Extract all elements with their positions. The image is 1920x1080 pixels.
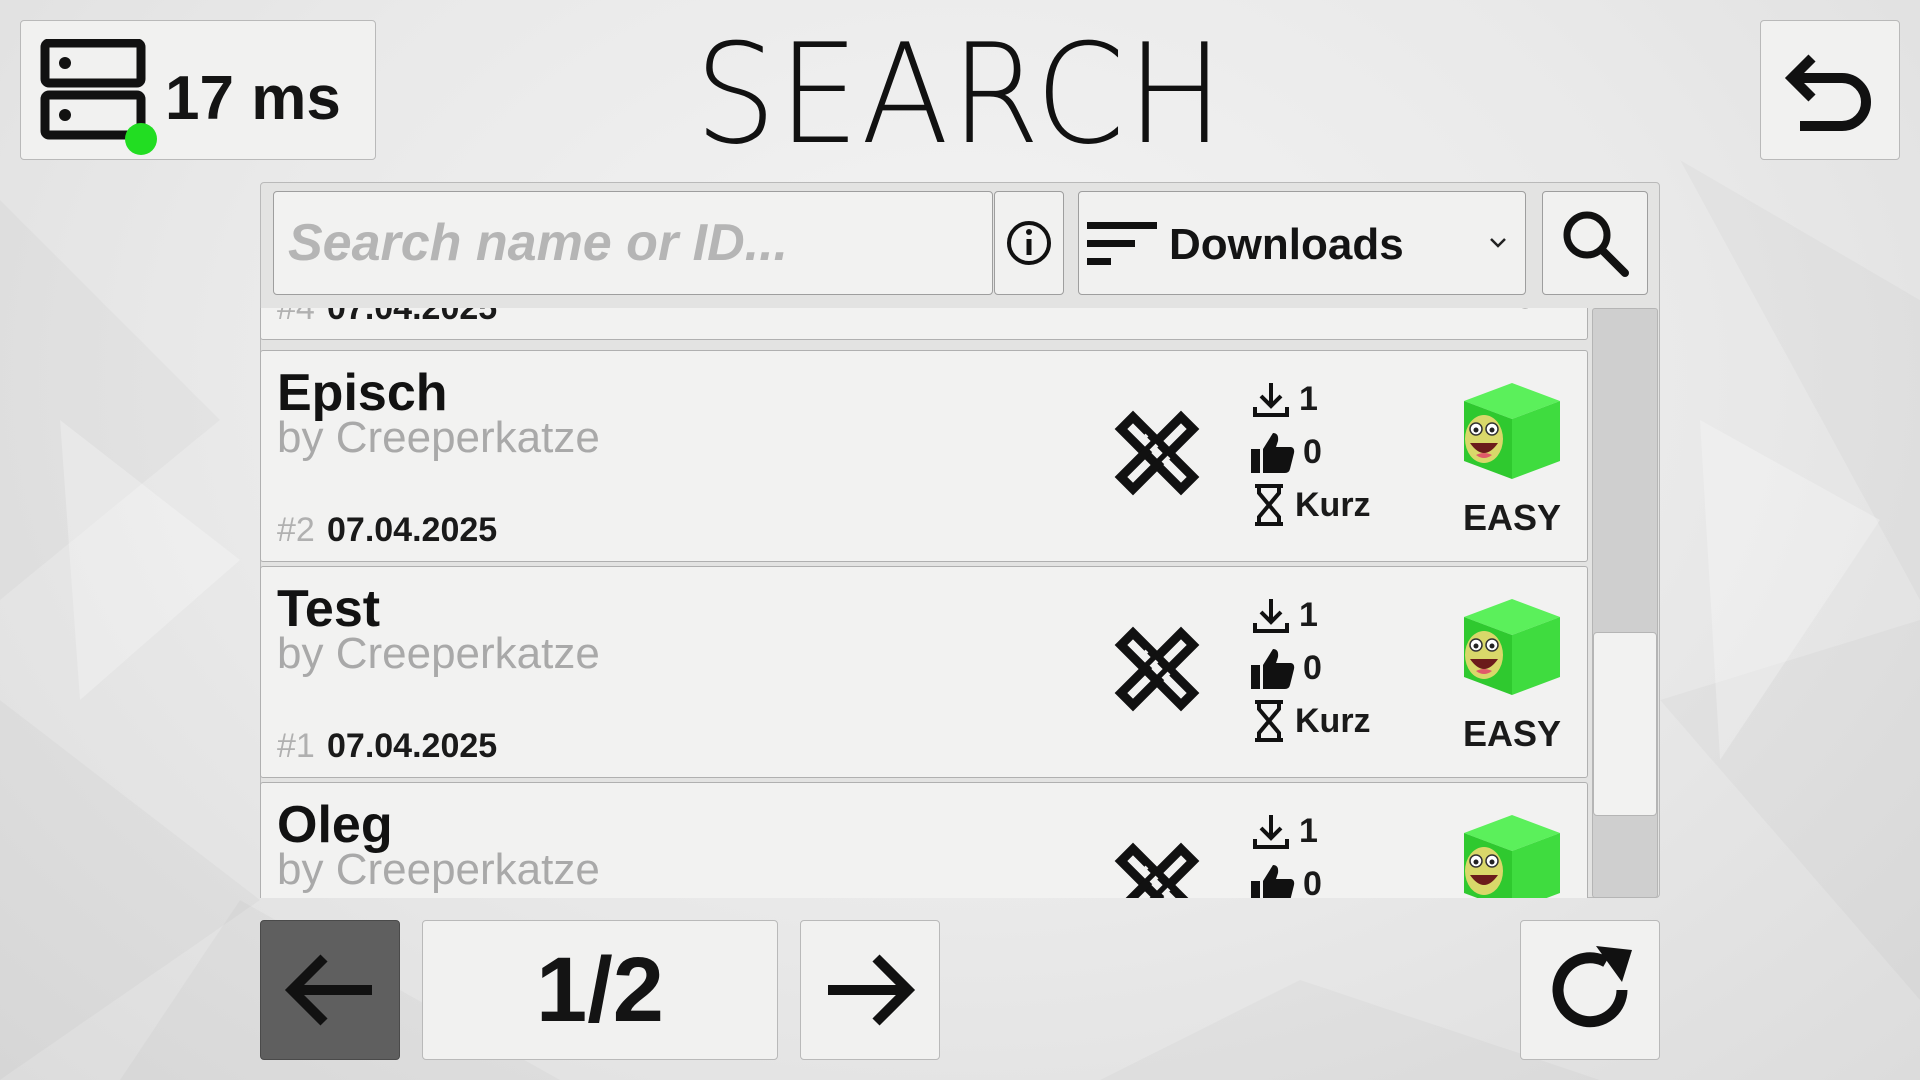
level-date: 07.04.2025 xyxy=(327,727,498,765)
like-count: 0 xyxy=(1303,432,1322,471)
arrow-left-icon xyxy=(284,954,372,1026)
scrollbar-thumb[interactable] xyxy=(1593,632,1657,816)
previous-page-button[interactable] xyxy=(260,920,400,1060)
download-icon xyxy=(1253,383,1289,417)
arrow-right-icon xyxy=(828,954,916,1026)
sort-icon xyxy=(1087,222,1157,265)
hourglass-icon xyxy=(1251,308,1287,309)
level-id: #1 xyxy=(277,727,315,765)
info-button[interactable] xyxy=(994,191,1064,295)
level-list[interactable]: #4 07.04.2025 EASY Episch by Creeperkatz… xyxy=(260,308,1590,898)
level-length: Kurz xyxy=(1295,485,1371,524)
easy-difficulty-icon xyxy=(1464,599,1560,695)
sort-label: Downloads xyxy=(1169,220,1404,269)
level-card[interactable]: Oleg by Creeperkatze 1 0 xyxy=(260,782,1588,898)
difficulty-label: EASY xyxy=(1447,308,1577,317)
thumbs-up-icon xyxy=(1251,433,1295,473)
refresh-button[interactable] xyxy=(1520,920,1660,1060)
level-id: #4 xyxy=(277,308,315,327)
search-button[interactable] xyxy=(1542,191,1648,295)
search-input-box[interactable] xyxy=(273,191,993,295)
level-author: by Creeperkatze xyxy=(277,413,600,462)
difficulty-label: EASY xyxy=(1462,713,1562,754)
next-page-button[interactable] xyxy=(800,920,940,1060)
hourglass-icon xyxy=(1255,700,1283,742)
build-tools-icon xyxy=(1114,842,1200,898)
thumbs-up-icon xyxy=(1251,649,1295,689)
difficulty-label: EASY xyxy=(1462,497,1562,538)
page-indicator: 1/2 xyxy=(422,920,778,1060)
easy-difficulty-icon xyxy=(1464,815,1560,898)
like-count: 0 xyxy=(1303,864,1322,899)
page-title: SEARCH xyxy=(694,14,1226,175)
build-tools-icon xyxy=(1114,626,1200,712)
undo-icon xyxy=(1784,54,1871,131)
info-icon xyxy=(1007,221,1051,265)
download-count: 1 xyxy=(1299,379,1318,418)
level-card[interactable]: #4 07.04.2025 EASY xyxy=(260,308,1588,340)
back-button[interactable] xyxy=(1760,20,1900,160)
download-icon xyxy=(1253,815,1289,849)
search-icon xyxy=(1563,211,1629,277)
easy-difficulty-icon xyxy=(1464,383,1560,479)
chevron-down-icon xyxy=(1490,238,1506,248)
like-count: 0 xyxy=(1303,648,1322,687)
level-card[interactable]: Episch by Creeperkatze #2 07.04.2025 1 0… xyxy=(260,350,1588,562)
level-author: by Creeperkatze xyxy=(277,845,600,894)
download-icon xyxy=(1253,599,1289,633)
hourglass-icon xyxy=(1255,484,1283,526)
page-number: 1/2 xyxy=(536,938,664,1041)
level-date: 07.04.2025 xyxy=(327,511,498,549)
level-length: Kurz xyxy=(1295,701,1371,740)
thumbs-up-icon xyxy=(1251,865,1295,898)
search-input[interactable] xyxy=(286,212,980,274)
level-date: 07.04.2025 xyxy=(327,308,498,327)
sort-dropdown[interactable]: Downloads xyxy=(1078,191,1526,295)
level-card[interactable]: Test by Creeperkatze #1 07.04.2025 1 0 K… xyxy=(260,566,1588,778)
download-count: 1 xyxy=(1299,595,1318,634)
build-tools-icon xyxy=(1114,410,1200,496)
refresh-icon xyxy=(1552,946,1632,1028)
level-id: #2 xyxy=(277,511,315,549)
level-author: by Creeperkatze xyxy=(277,629,600,678)
download-count: 1 xyxy=(1299,811,1318,850)
